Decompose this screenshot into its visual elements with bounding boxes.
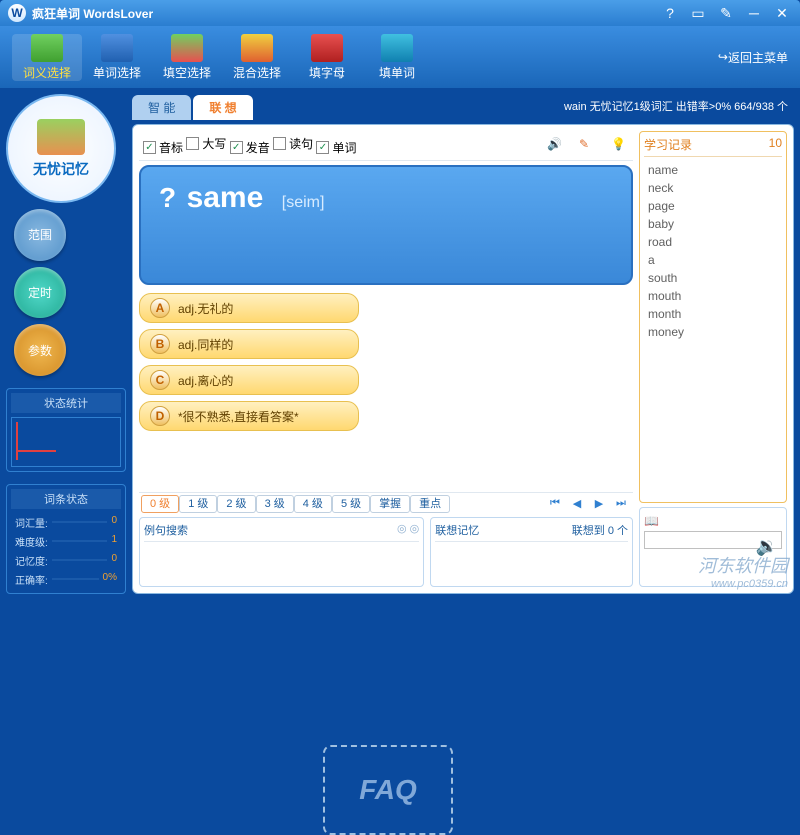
answer-list: Aadj.无礼的 Badj.同样的 Cadj.离心的 D*很不熟悉,直接看答案* <box>139 293 633 431</box>
close-icon[interactable]: ✕ <box>772 3 792 23</box>
tab-associate[interactable]: 联 想 <box>193 95 252 120</box>
nav-prev-icon[interactable]: ◀ <box>569 495 585 511</box>
level-btn[interactable]: 重点 <box>410 495 450 513</box>
word-status-box: 词条状态 词汇量:0难度级:1记忆度:0正确率:0% <box>6 484 126 594</box>
example-search-box: 例句搜索 ◎ ◎ <box>139 517 424 587</box>
tab-smart[interactable]: 智 能 <box>132 95 191 120</box>
toolbar-fill-word[interactable]: 填单词 <box>362 34 432 81</box>
level-btn[interactable]: 1 级 <box>179 495 217 513</box>
checkbox-读句[interactable]: 读句 <box>273 135 313 152</box>
book-icon: 📖 <box>644 514 659 528</box>
watermark: 河东软件园 www.pc0359.cn <box>698 552 788 590</box>
nav-next-icon[interactable]: ▶ <box>591 495 607 511</box>
record-item[interactable]: money <box>648 323 778 341</box>
checkbox-音标[interactable]: 音标 <box>143 139 183 156</box>
stats-graph <box>11 417 121 467</box>
side-btn-timer[interactable]: 定时 <box>14 267 66 319</box>
record-item[interactable]: page <box>648 197 778 215</box>
toolbar-blank-select[interactable]: 填空选择 <box>152 34 222 81</box>
brand-badge: 无忧记忆 <box>6 94 116 203</box>
stat-row: 难度级:1 <box>11 532 121 551</box>
stat-row: 词汇量:0 <box>11 513 121 532</box>
level-btn[interactable]: 掌握 <box>370 495 410 513</box>
checkbox-大写[interactable]: 大写 <box>186 135 226 152</box>
nav-last-icon[interactable]: ⏭ <box>613 495 629 511</box>
checkbox-发音[interactable]: 发音 <box>230 139 270 156</box>
status-line: wain 无忧记忆1级词汇 出错率>0% 664/938 个 <box>564 98 788 114</box>
nav-first-icon[interactable]: ⏮ <box>547 495 563 511</box>
word-status-title: 词条状态 <box>11 489 121 509</box>
level-btn[interactable]: 5 级 <box>332 495 370 513</box>
status-stats-box: 状态统计 <box>6 388 126 472</box>
answer-option-d[interactable]: D*很不熟悉,直接看答案* <box>139 401 359 431</box>
toolbar-word-select[interactable]: 单词选择 <box>82 34 152 81</box>
faq-illustration: FAQ <box>323 745 453 835</box>
note-icon[interactable]: ✎ <box>579 137 597 155</box>
bulb-icon[interactable]: 💡 <box>611 137 629 155</box>
question-mark-icon: ? <box>159 182 176 213</box>
level-row: 0 级1 级2 级3 级4 级5 级掌握重点 ⏮ ◀ ▶ ⏭ <box>139 492 633 513</box>
association-box: 联想记忆 联想到 0 个 <box>430 517 633 587</box>
level-btn[interactable]: 3 级 <box>256 495 294 513</box>
stat-row: 记忆度:0 <box>11 551 121 570</box>
minimize-icon[interactable]: ─ <box>744 3 764 23</box>
record-item[interactable]: mouth <box>648 287 778 305</box>
help-icon[interactable]: ? <box>660 3 680 23</box>
side-btn-params[interactable]: 参数 <box>14 324 66 376</box>
word-phonetic: [seim] <box>282 194 325 211</box>
association-count: 联想到 0 个 <box>572 522 628 538</box>
titlebar: W 疯狂单词 WordsLover ? ▭ ✎ ─ ✕ <box>0 0 800 26</box>
main-content: 智 能 联 想 wain 无忧记忆1级词汇 出错率>0% 664/938 个 音… <box>132 94 794 594</box>
word-card: ? same [seim] <box>139 165 633 285</box>
record-item[interactable]: a <box>648 251 778 269</box>
window-control-icon[interactable]: ▭ <box>688 3 708 23</box>
left-sidebar: 无忧记忆 范围 定时 参数 状态统计 词条状态 词汇量:0难度级:1记忆度:0正… <box>6 94 126 594</box>
answer-option-a[interactable]: Aadj.无礼的 <box>139 293 359 323</box>
side-btn-range[interactable]: 范围 <box>14 209 66 261</box>
options-row: 音标 大写 发音 读句 单词 🔊 ✎ 💡 <box>139 131 633 161</box>
status-stats-title: 状态统计 <box>11 393 121 413</box>
level-btn[interactable]: 4 级 <box>294 495 332 513</box>
example-search-label: 例句搜索 <box>144 522 188 538</box>
brand-icon <box>37 119 85 155</box>
toolbar-meaning-select[interactable]: 词义选择 <box>12 34 82 81</box>
study-record-title: 学习记录 <box>644 136 692 153</box>
toolbar-fill-letter[interactable]: 填字母 <box>292 34 362 81</box>
word-text: same <box>187 181 264 214</box>
toolbar-mixed-select[interactable]: 混合选择 <box>222 34 292 81</box>
record-item[interactable]: baby <box>648 215 778 233</box>
record-item[interactable]: name <box>648 161 778 179</box>
app-logo-icon: W <box>8 4 26 22</box>
edit-icon[interactable]: ✎ <box>716 3 736 23</box>
level-btn[interactable]: 2 级 <box>217 495 255 513</box>
record-item[interactable]: neck <box>648 179 778 197</box>
return-main-menu[interactable]: ↪ 返回主菜单 <box>718 49 788 66</box>
window-title: 疯狂单词 WordsLover <box>32 5 652 22</box>
answer-option-c[interactable]: Cadj.离心的 <box>139 365 359 395</box>
disc-icon[interactable]: ◎ ◎ <box>397 522 419 538</box>
record-item[interactable]: road <box>648 233 778 251</box>
sound-icon[interactable]: 🔊 <box>547 137 565 155</box>
tab-row: 智 能 联 想 wain 无忧记忆1级词汇 出错率>0% 664/938 个 <box>132 94 794 120</box>
stat-row: 正确率:0% <box>11 570 121 589</box>
association-label: 联想记忆 <box>435 522 479 538</box>
record-item[interactable]: south <box>648 269 778 287</box>
level-btn[interactable]: 0 级 <box>141 495 179 513</box>
answer-option-b[interactable]: Badj.同样的 <box>139 329 359 359</box>
main-toolbar: 词义选择 单词选择 填空选择 混合选择 填字母 填单词 ↪ 返回主菜单 <box>0 26 800 88</box>
record-item[interactable]: month <box>648 305 778 323</box>
checkbox-单词[interactable]: 单词 <box>316 139 356 156</box>
study-record-count: 10 <box>769 136 782 153</box>
study-record-box: 学习记录10 nameneckpagebabyroadasouthmouthmo… <box>639 131 787 503</box>
